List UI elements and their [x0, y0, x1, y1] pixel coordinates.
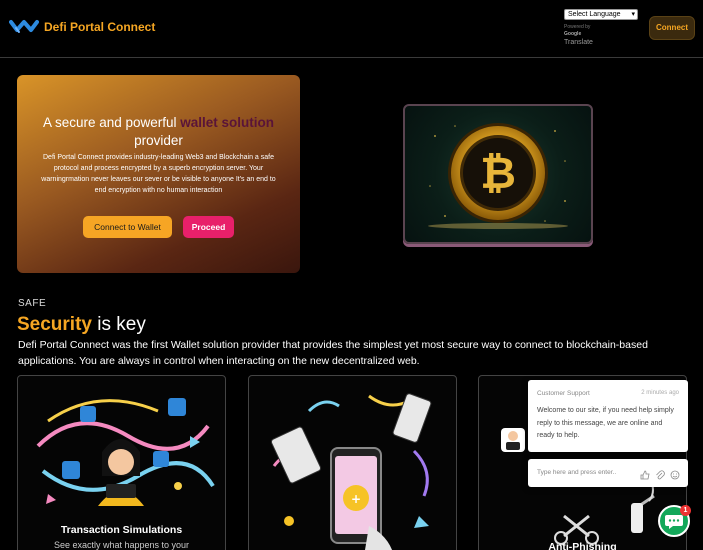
hero-title-post: provider: [134, 133, 183, 148]
feature-subtitle: See exactly what happens to your: [53, 540, 190, 550]
hero-card: A secure and powerful wallet solution pr…: [17, 75, 300, 273]
section-eyebrow: SAFE: [18, 298, 47, 309]
section-heading-accent: Security: [17, 314, 92, 335]
hero-title: A secure and powerful wallet solution pr…: [17, 114, 300, 150]
feature-title: Anti-Phishing: [548, 541, 617, 550]
section-heading: Security is key: [17, 314, 146, 336]
translate-link[interactable]: Translate: [564, 39, 593, 46]
page: Defi Portal Connect Select Language ▾ Po…: [0, 0, 703, 550]
feature-card-2[interactable]: +: [248, 375, 457, 550]
chat-input[interactable]: Type here and press enter..: [528, 459, 688, 487]
proceed-button[interactable]: Proceed: [183, 216, 234, 238]
google-label: Google: [564, 31, 582, 37]
bitcoin-image: ₿: [403, 104, 593, 244]
powered-by: Powered by Google: [564, 24, 590, 38]
chat-message-panel: Customer Support 2 minutes ago Welcome t…: [528, 380, 688, 452]
svg-text:₿: ₿: [480, 148, 516, 199]
powered-by-label: Powered by: [564, 24, 591, 30]
transaction-illustration-icon: [36, 398, 215, 506]
chat-input-actions: [640, 467, 680, 480]
hero-description: Defi Portal Connect provides industry-le…: [41, 154, 276, 194]
chat-message: Welcome to our site, if you need help si…: [537, 407, 674, 439]
language-select[interactable]: Select Language ▾: [564, 9, 638, 20]
hero-title-highlight: wallet solution: [180, 115, 275, 130]
connect-wallet-button[interactable]: Connect to Wallet: [83, 216, 172, 238]
chat-agent-name: Customer Support: [537, 390, 590, 397]
feature-card-transaction-simulations[interactable]: Transaction Simulations See exactly what…: [17, 375, 226, 550]
connect-button[interactable]: Connect: [649, 16, 695, 40]
emoji-icon[interactable]: [670, 467, 680, 480]
wave-logo-icon: [9, 20, 39, 33]
phone-illustration-icon: +: [270, 393, 432, 550]
top-navbar: Defi Portal Connect Select Language ▾ Po…: [0, 0, 703, 58]
section-description: Defi Portal Connect was the first Wallet…: [18, 339, 648, 367]
brand-logo[interactable]: Defi Portal Connect: [9, 16, 155, 38]
feature-title: Transaction Simulations: [60, 524, 183, 536]
chat-unread-badge: 1: [680, 505, 691, 516]
thumbs-up-icon[interactable]: [640, 467, 650, 480]
chevron-down-icon: ▾: [631, 11, 635, 18]
svg-text:+: +: [351, 492, 361, 506]
chat-input-placeholder: Type here and press enter..: [537, 469, 617, 476]
section-heading-rest: is key: [91, 314, 146, 335]
hero-title-pre: A secure and powerful: [42, 115, 181, 130]
language-select-value: Select Language: [568, 11, 621, 18]
attachment-icon[interactable]: [655, 467, 665, 480]
chat-timestamp: 2 minutes ago: [641, 390, 679, 396]
bitcoin-coin-icon: ₿: [428, 123, 568, 229]
brand-name: Defi Portal Connect: [44, 20, 156, 34]
